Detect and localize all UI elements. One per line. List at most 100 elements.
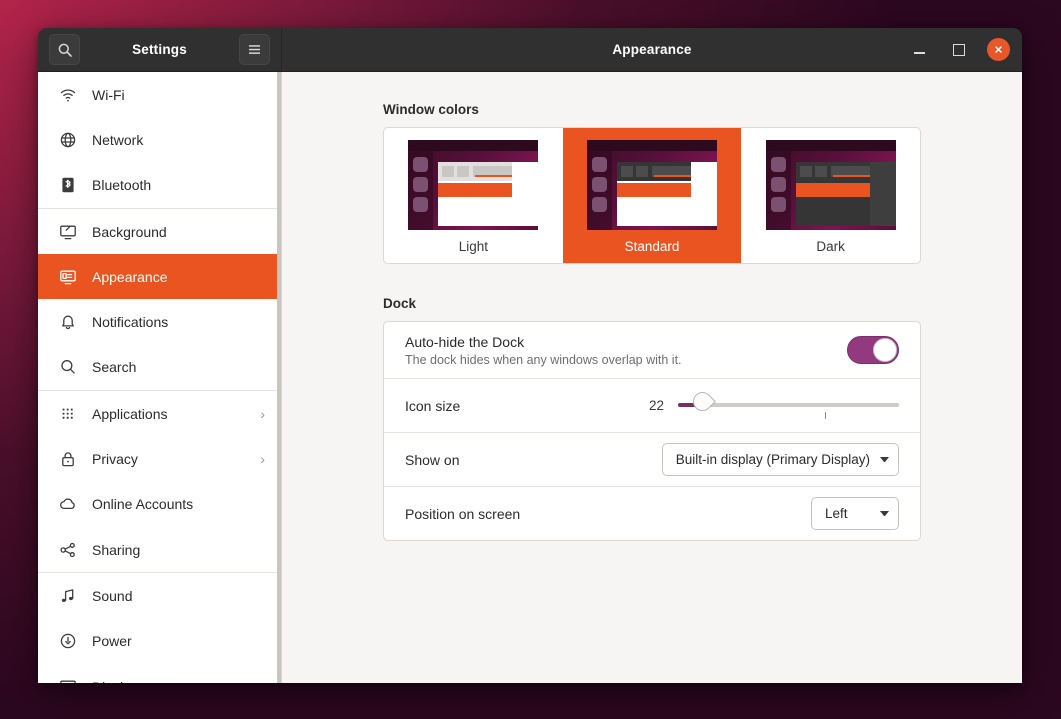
sidebar-scrollbar[interactable] <box>277 72 281 683</box>
sidebar-list: Wi-Fi Network Bluetooth Background Appearanc… <box>38 72 281 683</box>
sidebar-item-label: Appearance <box>92 268 168 285</box>
chevron-down-icon <box>880 511 889 516</box>
bluetooth-icon <box>58 175 78 195</box>
theme-option-dark[interactable]: Dark <box>741 128 920 263</box>
window-body: Wi-Fi Network Bluetooth Background Appearanc… <box>38 72 1022 683</box>
chevron-right-icon: › <box>260 405 265 422</box>
search-icon <box>58 357 78 377</box>
maximize-button[interactable] <box>947 38 971 62</box>
icon-size-slider[interactable] <box>678 387 899 422</box>
position-on-screen-value: Left <box>825 506 848 521</box>
sidebar-item-sharing[interactable]: Sharing <box>38 527 281 572</box>
sidebar-item-label: Bluetooth <box>92 177 152 194</box>
titlebar: Settings Appearance <box>38 28 1022 72</box>
sidebar-item-notifications[interactable]: Notifications <box>38 299 281 344</box>
network-globe-icon <box>58 130 78 150</box>
theme-option-label: Standard <box>624 239 680 254</box>
sidebar-item-label: Wi-Fi <box>92 86 125 103</box>
show-on-label: Show on <box>405 451 460 468</box>
power-icon <box>60 633 76 649</box>
sidebar-item-sound[interactable]: Sound <box>38 573 281 618</box>
share-icon <box>60 542 75 557</box>
bell-icon <box>62 315 74 330</box>
sidebar-item-label: Notifications <box>92 314 169 331</box>
sidebar-item-label: Search <box>92 359 137 376</box>
sidebar-item-bluetooth[interactable]: Bluetooth <box>38 163 281 208</box>
applications-grid-icon <box>62 408 73 419</box>
window-colors-card: Light Standard Dark <box>383 127 921 264</box>
slider-handle[interactable] <box>689 387 716 415</box>
page-title: Appearance <box>612 42 692 57</box>
power-icon <box>58 631 78 651</box>
sidebar-item-network[interactable]: Network <box>38 117 281 162</box>
displays-icon <box>60 680 76 683</box>
icon-size-label: Icon size <box>405 397 461 414</box>
applications-grid-icon <box>58 404 78 424</box>
sidebar-item-search[interactable]: Search <box>38 345 281 390</box>
background-icon <box>60 225 76 239</box>
sidebar-item-appearance[interactable]: Appearance <box>38 254 281 300</box>
cloud-icon <box>60 498 75 510</box>
settings-window: Settings Appearance Wi-Fi Network Blueto… <box>38 28 1022 683</box>
auto-hide-toggle[interactable] <box>847 336 899 364</box>
sidebar-item-displays[interactable]: Displays <box>38 664 281 683</box>
chevron-right-icon: › <box>260 451 265 468</box>
sidebar-item-label: Power <box>92 633 132 650</box>
theme-option-standard[interactable]: Standard <box>562 128 742 263</box>
sidebar-item-label: Online Accounts <box>92 496 194 513</box>
auto-hide-title: Auto-hide the Dock <box>405 333 525 350</box>
lock-icon <box>62 452 74 467</box>
close-button[interactable] <box>987 38 1010 61</box>
appearance-icon <box>58 267 78 287</box>
icon-size-value: 22 <box>648 398 664 413</box>
sidebar-item-power[interactable]: Power <box>38 619 281 664</box>
sidebar-item-label: Displays <box>92 679 267 684</box>
slider-tick <box>825 411 826 419</box>
lock-icon <box>58 449 78 469</box>
sidebar-item-label: Network <box>92 131 144 148</box>
sidebar-item-wi-fi[interactable]: Wi-Fi <box>38 72 281 117</box>
sidebar-header: Settings <box>38 28 282 71</box>
sidebar-item-label: Background <box>92 223 167 240</box>
auto-hide-row: Auto-hide the Dock The dock hides when a… <box>384 322 920 378</box>
dock-card: Auto-hide the Dock The dock hides when a… <box>383 321 921 541</box>
search-button[interactable] <box>49 34 80 65</box>
sidebar-item-privacy[interactable]: Privacy › <box>38 436 281 481</box>
search-icon <box>58 43 72 57</box>
dock-heading: Dock <box>383 296 417 311</box>
toggle-knob <box>873 338 897 362</box>
sidebar-item-background[interactable]: Background <box>38 209 281 254</box>
wifi-icon <box>58 85 78 105</box>
sidebar-item-label: Sharing <box>92 541 141 558</box>
theme-preview-standard <box>587 140 717 230</box>
auto-hide-subtitle: The dock hides when any windows overlap … <box>405 352 682 367</box>
position-on-screen-row: Position on screen Left <box>384 486 920 540</box>
position-on-screen-dropdown[interactable]: Left <box>811 497 899 530</box>
theme-preview-dark <box>765 140 896 230</box>
appearance-icon <box>60 270 76 285</box>
network-globe-icon <box>60 132 76 148</box>
chevron-down-icon <box>880 457 889 462</box>
theme-option-label: Light <box>458 239 488 254</box>
search-icon <box>61 360 75 374</box>
sidebar-item-applications[interactable]: Applications › <box>38 391 281 436</box>
menu-button[interactable] <box>238 34 270 65</box>
share-icon <box>58 540 78 560</box>
theme-chooser: Light Standard Dark <box>384 128 920 263</box>
position-on-screen-label: Position on screen <box>405 505 521 522</box>
sidebar: Wi-Fi Network Bluetooth Background Appearanc… <box>38 72 282 683</box>
app-title: Settings <box>132 42 187 57</box>
displays-icon <box>58 677 78 683</box>
sidebar-item-label: Applications <box>92 405 168 422</box>
music-note-icon <box>58 586 78 606</box>
show-on-dropdown[interactable]: Built-in display (Primary Display) <box>661 443 899 476</box>
sidebar-item-label: Privacy <box>92 451 138 468</box>
sidebar-item-online-accounts[interactable]: Online Accounts <box>38 482 281 527</box>
show-on-row: Show on Built-in display (Primary Displa… <box>384 432 920 486</box>
bell-icon <box>58 312 78 332</box>
sidebar-item-label: Sound <box>92 587 133 604</box>
theme-option-light[interactable]: Light <box>384 128 563 263</box>
cloud-icon <box>58 494 78 514</box>
minimize-button[interactable] <box>907 38 931 62</box>
wifi-icon <box>60 89 76 102</box>
